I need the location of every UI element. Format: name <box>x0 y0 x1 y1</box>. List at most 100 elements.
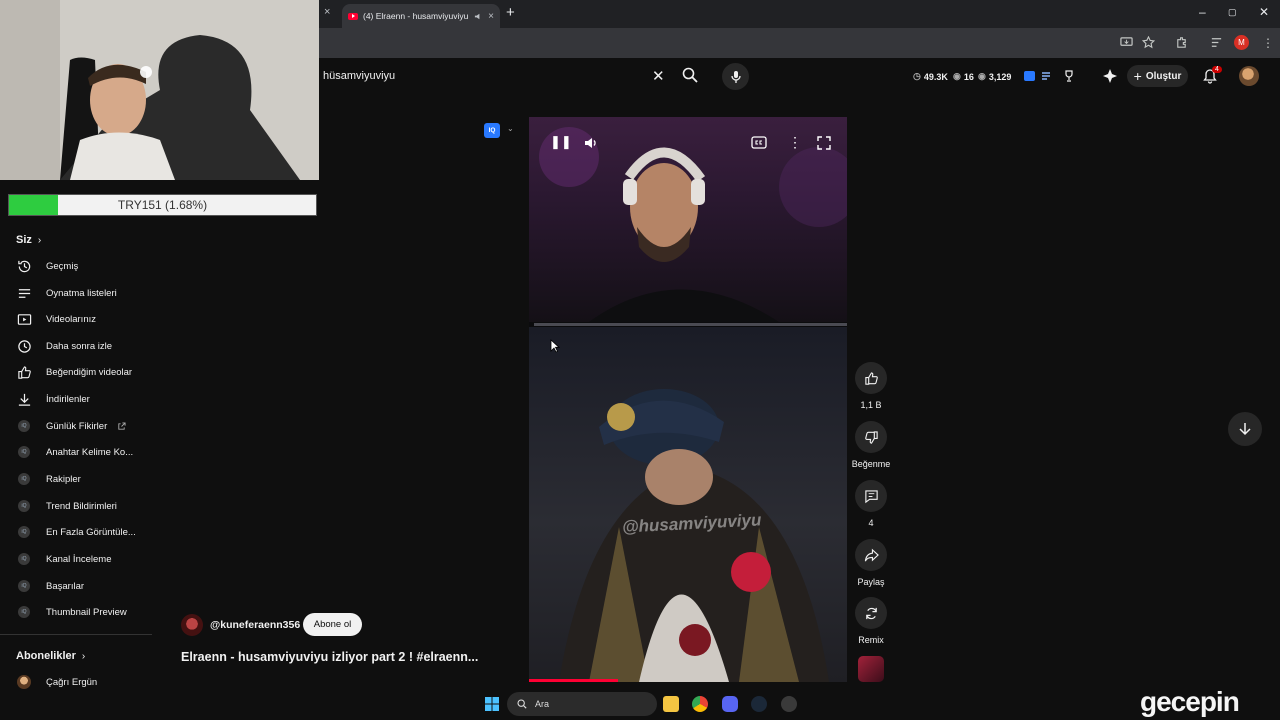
minimize-button[interactable]: – <box>1199 5 1206 19</box>
sidebar-item-playlists[interactable]: Oynatma listeleri <box>16 282 156 304</box>
sidebar-item-watch-later[interactable]: Daha sonra izle <box>16 335 156 357</box>
vidiq-icon: iQ <box>18 606 30 618</box>
dislike-action[interactable]: Beğenme <box>852 421 890 469</box>
streamer-webcam-image <box>0 0 319 180</box>
sidebar-item-daily-ideas[interactable]: iQ Günlük Fikirler <box>16 415 156 437</box>
browser-profile-avatar[interactable]: M <box>1234 35 1249 50</box>
browser-menu-icon[interactable]: ⋮ <box>1262 36 1274 50</box>
restore-button[interactable]: ▢ <box>1228 7 1237 18</box>
sidebar-item-competitors[interactable]: iQ Rakipler <box>16 468 156 490</box>
video-progress-bar[interactable] <box>529 679 619 682</box>
voice-search-button[interactable] <box>722 63 749 90</box>
share-icon <box>864 548 879 561</box>
steam-icon[interactable] <box>751 696 767 712</box>
extensions-icon[interactable] <box>1175 36 1188 49</box>
eye-icon: ◉ <box>978 71 986 81</box>
ticker-progress-bar: TRY151 (1.68%) <box>8 194 317 216</box>
chevron-down-icon[interactable]: ⌄ <box>507 124 514 133</box>
sidebar-item-trend-alerts[interactable]: iQ Trend Bildirimleri <box>16 495 156 517</box>
sidebar-item-your-videos[interactable]: Videolarınız <box>16 308 156 330</box>
history-icon <box>16 258 32 274</box>
account-avatar[interactable] <box>1239 66 1259 86</box>
playlist-icon <box>16 285 32 301</box>
remix-button[interactable] <box>855 597 887 629</box>
vidiq-icon: iQ <box>18 526 30 538</box>
trophy-icon[interactable] <box>1063 70 1075 82</box>
sidebar-item-liked-videos[interactable]: Beğendiğim videolar <box>16 361 156 383</box>
channel-avatar <box>17 675 31 689</box>
search-input[interactable]: hüsamviyuviyu <box>323 70 395 82</box>
vidiq-list-icon[interactable] <box>1040 70 1052 82</box>
channel-handle[interactable]: @kuneferaenn356 <box>210 619 300 631</box>
vidiq-logo-icon[interactable] <box>1024 71 1035 81</box>
sidebar-subscription-item[interactable]: Çağrı Ergün <box>16 671 156 693</box>
comments-button[interactable] <box>855 480 887 512</box>
sidebar-you-heading[interactable]: Siz › <box>16 234 41 246</box>
sidebar-item-thumbnail-preview[interactable]: iQ Thumbnail Preview <box>16 601 156 623</box>
fullscreen-icon[interactable] <box>817 136 831 150</box>
sidebar-item-downloads[interactable]: İndirilenler <box>16 388 156 410</box>
ai-sparkle-icon[interactable] <box>1102 68 1118 84</box>
tab-close-icon[interactable]: × <box>488 11 494 22</box>
comment-count: 4 <box>868 518 874 528</box>
thumb-up-icon <box>16 364 32 380</box>
search-icon[interactable] <box>682 67 698 83</box>
vidiq-icon: iQ <box>18 580 30 592</box>
vidiq-views-stat: ◷ 49.3K <box>913 71 948 82</box>
chevron-right-icon: › <box>81 650 86 662</box>
subscribe-button[interactable]: Abone ol <box>303 613 362 636</box>
install-app-icon[interactable] <box>1120 36 1133 49</box>
like-action[interactable]: 1,1 B <box>855 362 887 410</box>
eye-icon: ◉ <box>953 71 961 81</box>
comment-icon <box>864 489 878 503</box>
sidebar-item-channel-review[interactable]: iQ Kanal İnceleme <box>16 548 156 570</box>
microphone-icon <box>730 70 741 83</box>
short-video-player[interactable]: ❚❚ ⋮ <box>529 117 847 682</box>
file-explorer-icon[interactable] <box>663 696 679 712</box>
mouse-cursor-icon <box>550 339 560 353</box>
vidiq-badge-icon[interactable]: IQ <box>484 123 500 138</box>
sound-thumbnail[interactable] <box>858 656 884 682</box>
sidebar-item-history[interactable]: Geçmiş <box>16 255 156 277</box>
chevron-right-icon: › <box>37 234 42 246</box>
share-button[interactable] <box>855 539 887 571</box>
search-clear-icon[interactable]: ✕ <box>652 67 665 85</box>
video-title[interactable]: Elraenn - husamviyuviyu izliyor part 2 !… <box>181 650 478 664</box>
sidebar-subscriptions-heading[interactable]: Abonelikler › <box>16 650 85 662</box>
app-icon[interactable] <box>781 696 797 712</box>
sidebar-item-achievements[interactable]: iQ Başarılar <box>16 575 156 597</box>
window-close-button[interactable]: ✕ <box>1259 5 1269 19</box>
sidebar-item-most-viewed[interactable]: iQ En Fazla Görüntüle... <box>16 521 156 543</box>
watch-later-icon <box>16 338 32 354</box>
new-tab-button[interactable]: + <box>506 4 515 21</box>
vidiq-count-stat: ◉ 16 <box>953 71 974 82</box>
like-count: 1,1 B <box>860 400 882 410</box>
pause-icon[interactable]: ❚❚ <box>550 134 572 150</box>
youtube-favicon-icon <box>348 12 358 20</box>
dislike-button[interactable] <box>855 421 887 453</box>
windows-start-icon[interactable] <box>484 696 500 712</box>
sidebar-item-keyword-tool[interactable]: iQ Anahtar Kelime Ko... <box>16 441 156 463</box>
volume-icon[interactable] <box>584 136 598 150</box>
comments-action[interactable]: 4 <box>855 480 887 528</box>
discord-icon[interactable] <box>722 696 738 712</box>
notification-count-badge: 4 <box>1212 66 1222 73</box>
bookmark-star-icon[interactable] <box>1142 36 1155 49</box>
more-options-icon[interactable]: ⋮ <box>788 134 802 151</box>
browser-tab-active[interactable]: (4) Elraenn - husamviyuviyu × <box>342 4 500 28</box>
share-action[interactable]: Paylaş <box>855 539 887 587</box>
tab-title: (4) Elraenn - husamviyuviyu <box>363 11 469 21</box>
taskbar-search[interactable]: Ara <box>507 692 657 716</box>
closed-captions-icon[interactable] <box>751 136 767 149</box>
remix-action[interactable]: Remix <box>855 597 887 645</box>
chrome-icon[interactable] <box>692 696 708 712</box>
like-button[interactable] <box>855 362 887 394</box>
tab-audio-icon[interactable] <box>474 12 483 21</box>
previous-tab-close-icon[interactable]: × <box>324 6 330 18</box>
next-short-button[interactable] <box>1228 412 1262 446</box>
create-button[interactable]: + Oluştur <box>1127 65 1188 87</box>
channel-avatar[interactable] <box>181 614 203 636</box>
media-control-icon[interactable] <box>1210 36 1223 49</box>
arrow-down-icon <box>1239 423 1251 436</box>
remix-icon <box>865 607 877 619</box>
